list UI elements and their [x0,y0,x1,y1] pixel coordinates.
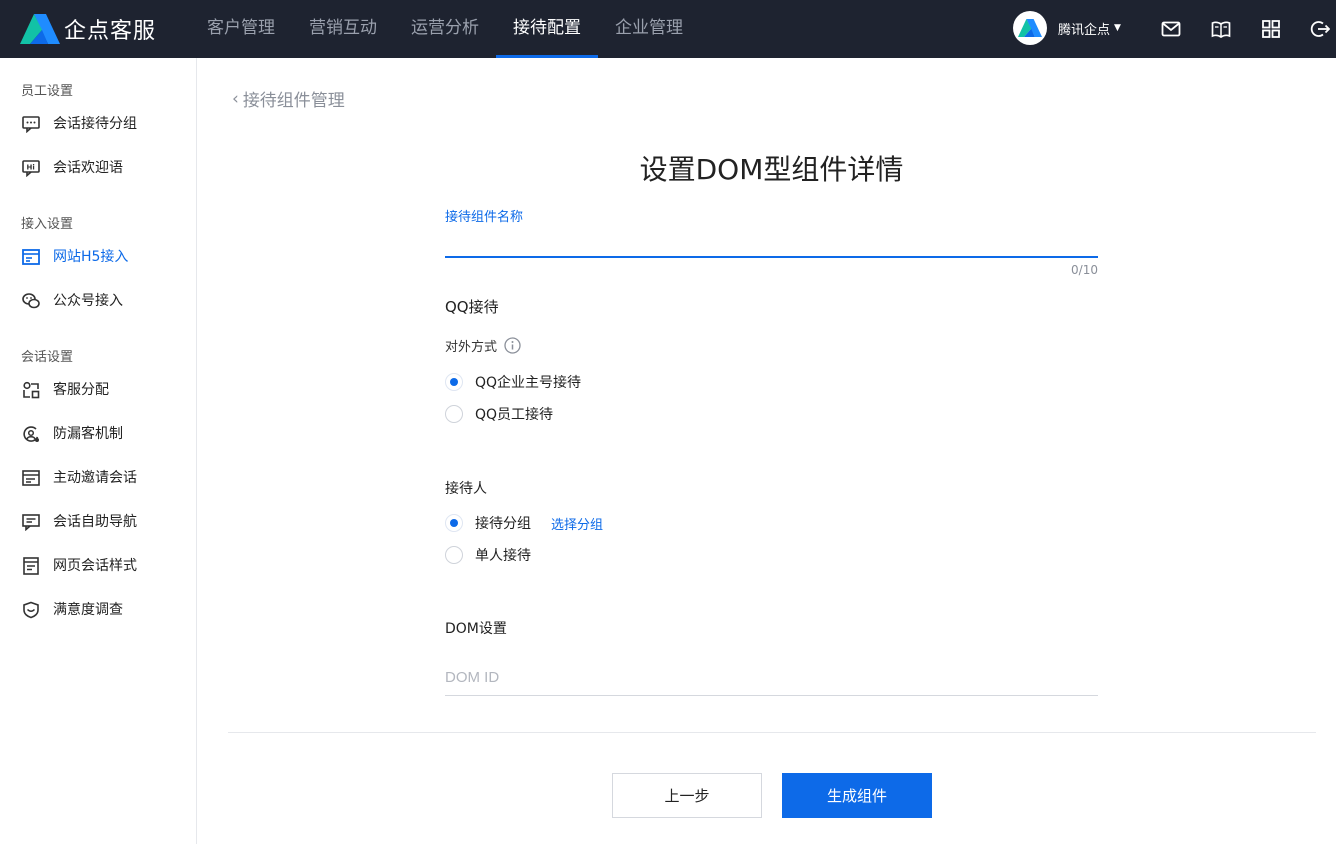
nav-customer-management[interactable]: 客户管理 [190,0,292,58]
sidebar-group-staff: 员工设置 [21,84,74,99]
radio-button[interactable] [445,514,463,532]
nav-analytics[interactable]: 运营分析 [394,0,496,58]
sidebar-item-satisfaction[interactable]: 满意度调查 [0,592,196,628]
radio-label: QQ企业主号接待 [475,375,582,391]
sidebar-item-web-h5[interactable]: 网站H5接入 [0,239,196,275]
chat-group-icon [22,116,40,133]
caret-down-icon: ▼ [1114,23,1121,33]
component-name-input[interactable] [445,228,1098,258]
radio-button[interactable] [445,546,463,564]
radio-qq-staff[interactable]: QQ员工接待 [445,404,553,424]
sidebar-item-self-nav[interactable]: 会话自助导航 [0,504,196,540]
qq-section-title: QQ接待 [445,298,499,316]
account-name: 腾讯企点 [1058,22,1111,38]
sidebar-item-wechat[interactable]: 公众号接入 [0,283,196,319]
sidebar-item-invite[interactable]: 主动邀请会话 [0,460,196,496]
external-method-text: 对外方式 [445,340,498,355]
apps-grid-icon[interactable] [1261,19,1281,39]
main-nav: 客户管理 营销互动 运营分析 接待配置 企业管理 [190,0,700,58]
sidebar-item-label: 网页会话样式 [53,558,137,574]
select-group-link[interactable]: 选择分组 [551,514,603,533]
top-bar: 企点客服 客户管理 营销互动 运营分析 接待配置 企业管理 腾讯企点 ▼ [0,0,1336,58]
sidebar-item-label: 公众号接入 [53,293,123,309]
sidebar: 员工设置 会话接待分组 Hi 会话欢迎语 接入设置 网站H5接入 公众号接入 会… [0,58,197,844]
radio-label: 接待分组 [475,516,531,532]
page-style-icon [23,557,39,575]
dom-id-input[interactable] [445,660,1098,696]
receiver-section-title: 接待人 [445,481,487,497]
web-window-icon [22,249,40,265]
avatar [1013,11,1047,45]
sidebar-item-anti-loss[interactable]: 防漏客机制 [0,416,196,452]
dom-section-title: DOM设置 [445,621,507,637]
component-name-label: 接待组件名称 [445,210,524,225]
radio-label: QQ员工接待 [475,407,554,423]
chevron-left-icon: ‹ [232,88,239,109]
nav-enterprise-management[interactable]: 企业管理 [598,0,700,58]
radio-button[interactable] [445,405,463,423]
sidebar-item-label: 客服分配 [53,382,109,398]
sidebar-group-access: 接入设置 [21,217,74,232]
logout-icon[interactable] [1310,19,1330,39]
sidebar-item-label: 满意度调查 [53,602,123,618]
char-counter: 0/10 [1071,263,1098,277]
sidebar-item-label: 防漏客机制 [53,426,123,442]
sidebar-item-distribution[interactable]: 客服分配 [0,372,196,408]
sidebar-item-label: 网站H5接入 [53,249,129,265]
invite-icon [22,470,40,486]
anti-loss-icon [23,426,39,442]
self-nav-icon [22,514,40,531]
avatar-logo-icon [1018,19,1042,37]
distribution-icon [23,381,40,399]
wechat-icon [22,293,40,309]
sidebar-item-label: 主动邀请会话 [53,470,137,486]
radio-single-reception[interactable]: 单人接待 [445,545,531,565]
brand-name: 企点客服 [64,19,157,44]
external-method-label: 对外方式 [445,336,521,355]
radio-label: 单人接待 [475,548,531,564]
satisfaction-icon [23,601,39,619]
radio-qq-main-account[interactable]: QQ企业主号接待 [445,372,581,392]
previous-step-button[interactable]: 上一步 [612,773,762,818]
book-icon[interactable] [1211,19,1231,39]
radio-reception-group[interactable]: 接待分组 选择分组 [445,513,603,533]
sidebar-item-chat-groups[interactable]: 会话接待分组 [0,106,196,142]
sidebar-item-label: 会话欢迎语 [53,160,123,176]
back-link[interactable]: ‹ 接待组件管理 [232,86,345,112]
generate-component-button[interactable]: 生成组件 [782,773,932,818]
nav-marketing[interactable]: 营销互动 [292,0,394,58]
sidebar-item-label: 会话接待分组 [53,116,137,132]
hi-greeting-icon: Hi [22,160,40,177]
mail-icon[interactable] [1161,19,1181,39]
info-icon[interactable] [504,337,521,354]
sidebar-item-label: 会话自助导航 [53,514,137,530]
page-title: 设置DOM型组件详情 [639,153,904,186]
sidebar-item-page-style[interactable]: 网页会话样式 [0,548,196,584]
brand-logo[interactable]: 企点客服 [20,13,156,45]
radio-button[interactable] [445,373,463,391]
sidebar-item-welcome[interactable]: Hi 会话欢迎语 [0,150,196,186]
back-label: 接待组件管理 [242,91,345,111]
account-menu[interactable]: 腾讯企点 ▼ [1013,11,1121,45]
divider [228,732,1316,733]
nav-reception-config[interactable]: 接待配置 [496,0,598,58]
sidebar-group-session: 会话设置 [21,350,74,365]
logo-icon [20,14,60,44]
svg-text:Hi: Hi [27,164,35,172]
